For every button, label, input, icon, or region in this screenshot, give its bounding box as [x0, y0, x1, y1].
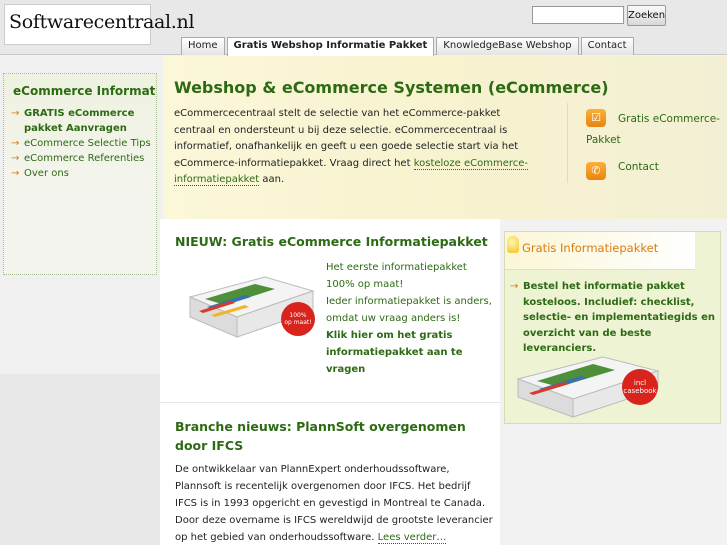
- promo-header: Gratis Informatiepakket: [505, 232, 695, 270]
- pakket-cta-link[interactable]: Klik hier om het gratis informatiepakket…: [326, 327, 494, 378]
- search-button[interactable]: Zoeken: [627, 5, 666, 26]
- sidebar-item-referenties[interactable]: → eCommerce Referenties: [11, 151, 156, 166]
- arrow-right-icon: →: [11, 168, 20, 179]
- arrow-right-icon: →: [11, 138, 20, 149]
- tab-home[interactable]: Home: [181, 37, 225, 55]
- intro-text-end: aan.: [259, 174, 285, 185]
- quicklink-gratis-pakket[interactable]: Gratis eCommerce-Pakket: [586, 109, 724, 151]
- news-body-plannsoft: De ontwikkelaar van PlannExpert onderhou…: [175, 461, 495, 545]
- read-more-link[interactable]: Lees verder…: [377, 532, 447, 544]
- phone-icon: ✆: [586, 162, 606, 180]
- promo-package-image[interactable]: incl casebook: [513, 337, 663, 419]
- quicklink-contact[interactable]: Contact: [618, 157, 659, 178]
- main-content: NIEUW: Gratis eCommerce Informatiepakket…: [160, 219, 500, 545]
- news-title-plannsoft[interactable]: Branche nieuws: PlannSoft overgenomen do…: [175, 417, 495, 455]
- sidebar-item-selectie-tips[interactable]: → eCommerce Selectie Tips: [11, 136, 156, 151]
- arrow-right-icon: →: [510, 281, 519, 292]
- page-title: Webshop & eCommerce Systemen (eCommerce): [174, 78, 609, 97]
- sidebar-item-label: Over ons: [24, 168, 69, 179]
- sidebar-item-over-ons[interactable]: → Over ons: [11, 166, 156, 181]
- left-column-lower: [0, 374, 163, 545]
- sidebar-item-label: eCommerce Selectie Tips: [24, 138, 151, 149]
- promo-title[interactable]: Gratis Informatiepakket: [522, 241, 658, 255]
- main-nav: Home Gratis Webshop Informatie Pakket Kn…: [181, 37, 636, 56]
- informatiepakket-image[interactable]: 100% op maat!: [185, 259, 315, 344]
- intro-text: eCommercecentraal stelt de selectie van …: [174, 106, 529, 189]
- sidebar-item-gratis-ecommerce-pakket[interactable]: → GRATIS eCommerce pakket Aanvragen: [11, 106, 156, 136]
- informatiepakket-text: Het eerste informatiepakket 100% op maat…: [326, 259, 494, 378]
- pakket-line-2: Ieder informatiepakket is anders, omdat …: [326, 296, 492, 324]
- intro-band: Webshop & eCommerce Systemen (eCommerce)…: [163, 56, 727, 219]
- sidebar-item-label: eCommerce Referenties: [24, 153, 145, 164]
- promo-box: Gratis Informatiepakket → Bestel het inf…: [504, 231, 721, 424]
- tab-contact[interactable]: Contact: [580, 37, 634, 55]
- arrow-right-icon: →: [11, 108, 20, 119]
- sidebar-box: eCommerce Informatie → GRATIS eCommerce …: [3, 73, 157, 275]
- sidebar-item-label: GRATIS eCommerce pakket Aanvragen: [24, 108, 135, 134]
- promo-badge-text-2: casebook: [623, 387, 657, 395]
- tab-knowledgebase-webshop[interactable]: KnowledgeBase Webshop: [436, 37, 579, 55]
- quick-links: ☑ Gratis eCommerce-Pakket ✆ Contact: [567, 103, 723, 183]
- tab-gratis-webshop-informatie-pakket[interactable]: Gratis Webshop Informatie Pakket: [226, 37, 435, 56]
- search-input[interactable]: [532, 6, 624, 24]
- sidebar-menu: → GRATIS eCommerce pakket Aanvragen → eC…: [11, 106, 156, 181]
- sidebar-title: eCommerce Informatie: [13, 84, 157, 98]
- left-column: eCommerce Informatie → GRATIS eCommerce …: [0, 56, 163, 374]
- badge-text-2: op maat!: [284, 319, 311, 326]
- top-bar: Softwarecentraal.nl Zoeken Home Gratis W…: [0, 0, 727, 56]
- news-title-informatiepakket[interactable]: NIEUW: Gratis eCommerce Informatiepakket: [175, 234, 488, 249]
- lightbulb-icon: [507, 236, 519, 253]
- pakket-line-1: Het eerste informatiepakket 100% op maat…: [326, 262, 467, 290]
- promo-badge-text-1: incl: [634, 379, 646, 387]
- site-logo[interactable]: Softwarecentraal.nl: [4, 4, 195, 45]
- divider: [160, 402, 500, 403]
- logo-text: Softwarecentraal.nl: [9, 11, 195, 33]
- badge-text-1: 100%: [289, 312, 306, 319]
- arrow-right-icon: →: [11, 153, 20, 164]
